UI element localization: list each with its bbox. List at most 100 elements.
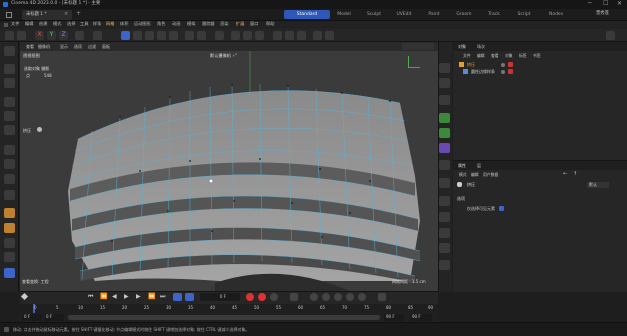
field-icon[interactable] — [439, 160, 450, 170]
tab-layers[interactable]: 层 — [477, 164, 481, 168]
fps-icon[interactable] — [185, 293, 194, 301]
current-frame-field[interactable]: 0 F — [200, 293, 240, 301]
model-mode-icon[interactable] — [121, 31, 130, 40]
viewport-menu-cameras[interactable]: 摄像机 — [38, 45, 50, 49]
viewport-menu-panel[interactable]: 面板 — [102, 45, 110, 49]
undo-icon[interactable] — [5, 31, 14, 40]
ipr-icon[interactable] — [325, 31, 334, 40]
minimize-button[interactable]: ─ — [588, 1, 592, 7]
snap-settings-icon[interactable] — [255, 31, 264, 40]
mesh-object[interactable] — [20, 51, 438, 291]
snap-icon[interactable] — [93, 31, 102, 40]
select-tool-icon[interactable] — [4, 46, 15, 56]
range-start-field[interactable]: 0 F — [22, 314, 42, 321]
menu-render[interactable]: 渲染 — [220, 21, 228, 26]
loop-icon[interactable] — [173, 293, 182, 301]
axis-x-button[interactable]: X — [35, 31, 44, 40]
selection-filter-icon[interactable] — [4, 78, 15, 88]
object-tag-icon[interactable] — [508, 69, 513, 74]
viewport-camera-label[interactable]: 默认摄像机 ∘° — [210, 53, 237, 58]
attr-menu-userdata[interactable]: 用户数据 — [483, 173, 498, 177]
render-view-icon[interactable] — [273, 31, 282, 40]
object-row[interactable]: 圆柱边缘样条 — [453, 68, 627, 75]
menu-mograph[interactable]: 运动图形 — [134, 21, 151, 26]
pencil-icon[interactable] — [439, 260, 450, 270]
layout-tab-sculpt[interactable]: Sculpt — [360, 10, 388, 19]
redshift-icon[interactable] — [313, 31, 322, 40]
document-tab[interactable]: 未标题 1 * × — [22, 10, 72, 20]
menu-animate[interactable]: 动画 — [172, 21, 180, 26]
object-menu-bookmarks[interactable]: 书签 — [533, 54, 541, 58]
close-tab-icon[interactable]: × — [64, 12, 68, 17]
layout-tab-uvedit[interactable]: UVEdit — [390, 10, 418, 19]
uv-mode-icon[interactable] — [169, 31, 178, 40]
attr-preset-dropdown[interactable]: 默认 — [587, 182, 609, 188]
spline-pen-icon[interactable] — [439, 78, 450, 88]
key-pos-icon[interactable] — [310, 293, 318, 301]
camera-icon[interactable] — [439, 196, 450, 206]
bevel-tool-icon[interactable] — [4, 223, 15, 233]
attr-menu-mode[interactable]: 模式 — [459, 173, 467, 177]
tab-takes[interactable]: 场次 — [477, 45, 485, 49]
axis-z-button[interactable]: Z — [59, 31, 68, 40]
next-frame-icon[interactable]: ▶ — [136, 294, 141, 300]
menu-file[interactable]: 文件 — [11, 21, 19, 26]
key-pla-icon[interactable] — [358, 293, 366, 301]
menu-tracker[interactable]: 跟踪器 — [202, 21, 215, 26]
up-arrow-icon[interactable]: ↑ — [573, 172, 577, 177]
move-tool-icon[interactable] — [4, 97, 15, 107]
light-icon[interactable] — [439, 212, 450, 222]
key-scale-icon[interactable] — [334, 293, 342, 301]
text-icon[interactable] — [439, 95, 450, 105]
viewport-menu-filter[interactable]: 过滤 — [88, 45, 96, 49]
layout-tab-nodes[interactable]: Nodes — [542, 10, 570, 19]
menu-spline[interactable]: 样条 — [93, 21, 101, 26]
play-icon[interactable]: ▶ — [124, 294, 129, 300]
workplane-icon[interactable] — [231, 31, 240, 40]
menu-mode[interactable]: 模式 — [53, 21, 61, 26]
new-tab-button[interactable]: + — [76, 11, 81, 17]
go-to-end-icon[interactable]: ⏭ — [160, 294, 165, 300]
scene-icon[interactable] — [439, 178, 450, 188]
render-picture-viewer-icon[interactable] — [285, 31, 294, 40]
lock-icon[interactable] — [215, 31, 224, 40]
menu-extensions[interactable]: 扩展 — [236, 21, 244, 26]
knife-tool-icon[interactable] — [4, 174, 15, 184]
prev-frame-icon[interactable]: ◀ — [112, 294, 117, 300]
record-icon[interactable] — [246, 293, 254, 301]
home-icon[interactable] — [6, 12, 12, 18]
next-key-icon[interactable]: ⏩ — [148, 294, 155, 300]
range-end-field-2[interactable]: 90 F — [410, 314, 432, 321]
back-arrow-icon[interactable]: ← — [563, 172, 567, 177]
weld-tool-icon[interactable] — [4, 252, 15, 262]
layout-tab-standard[interactable]: Standard — [284, 10, 330, 19]
prev-key-icon[interactable]: ⏪ — [100, 294, 107, 300]
redo-icon[interactable] — [17, 31, 26, 40]
brush-tool-icon[interactable] — [4, 145, 15, 155]
menu-help[interactable]: 帮助 — [266, 21, 274, 26]
points-mode-icon[interactable] — [133, 31, 142, 40]
edges-mode-icon[interactable] — [145, 31, 154, 40]
viewport-menu-options[interactable]: 选项 — [74, 45, 82, 49]
object-menu-view[interactable]: 查看 — [491, 54, 499, 58]
cube-icon[interactable] — [439, 63, 450, 73]
polygons-mode-icon[interactable] — [157, 31, 166, 40]
solo-icon[interactable] — [197, 31, 206, 40]
coordinate-system-icon[interactable] — [75, 31, 84, 40]
timeline-grid-icon[interactable] — [378, 293, 386, 301]
autokey-icon[interactable] — [258, 293, 266, 301]
scale-tool-icon[interactable] — [4, 125, 15, 135]
layout-tab-track[interactable]: Track — [480, 10, 508, 19]
layout-tab-paint[interactable]: Paint — [420, 10, 448, 19]
viewport-menu-view[interactable]: 查看 — [26, 45, 34, 49]
object-menu-edit[interactable]: 编辑 — [477, 54, 485, 58]
object-tag-icon[interactable] — [508, 62, 513, 67]
layout-tab-script[interactable]: Script — [510, 10, 538, 19]
motion-icon[interactable] — [290, 293, 298, 301]
viewport[interactable]: 查看 摄像机 显示 选项 过滤 面板 透视视图 默认摄像机 ∘° 选取对象 摄影… — [20, 42, 438, 291]
magnet-tool-icon[interactable] — [4, 268, 15, 278]
visibility-dots[interactable] — [501, 63, 505, 67]
menu-create[interactable]: 创建 — [39, 21, 47, 26]
keyframe-selection-icon[interactable] — [270, 293, 278, 301]
live-select-icon[interactable] — [4, 64, 15, 74]
